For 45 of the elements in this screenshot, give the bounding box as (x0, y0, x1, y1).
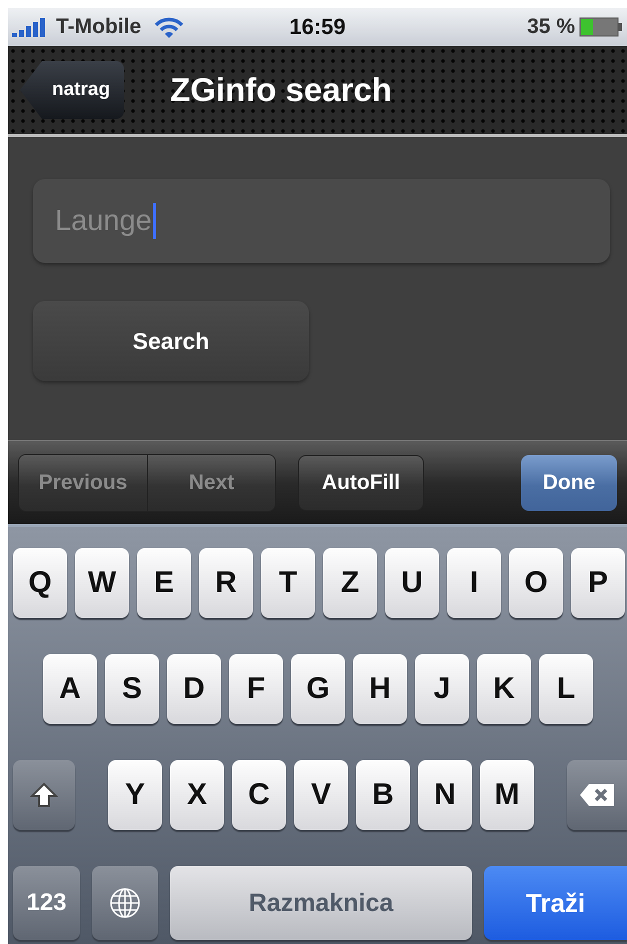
done-button[interactable]: Done (521, 454, 617, 510)
keyboard-key[interactable]: F (229, 654, 283, 724)
keyboard-key[interactable]: E (137, 548, 191, 618)
keyboard-key[interactable]: S (105, 654, 159, 724)
keyboard-key[interactable]: R (199, 548, 253, 618)
keyboard-key[interactable]: J (415, 654, 469, 724)
keyboard-key[interactable]: W (75, 548, 129, 618)
globe-key[interactable] (92, 866, 158, 940)
keyboard-key[interactable]: K (477, 654, 531, 724)
toolbar-button[interactable]: AutoFill (298, 454, 424, 510)
wifi-icon (153, 16, 186, 38)
screen-title: ZGinfo search (170, 71, 392, 109)
back-button[interactable]: natrag (20, 61, 124, 119)
keyboard-key[interactable]: G (291, 654, 345, 724)
numbers-key[interactable]: 123 (13, 866, 80, 940)
battery-icon (579, 17, 623, 37)
backspace-icon (579, 783, 615, 807)
search-key[interactable]: Traži (484, 866, 627, 940)
keyboard-key[interactable]: Z (323, 548, 377, 618)
keyboard-key[interactable]: O (509, 548, 563, 618)
keyboard-key[interactable]: C (232, 760, 286, 830)
search-button[interactable]: Search (33, 301, 309, 381)
keyboard-key[interactable]: H (353, 654, 407, 724)
keyboard-key[interactable]: L (539, 654, 593, 724)
globe-icon (109, 887, 141, 919)
keyboard-key[interactable]: V (294, 760, 348, 830)
keyboard-key[interactable]: X (170, 760, 224, 830)
keyboard-key[interactable]: B (356, 760, 410, 830)
delete-key[interactable] (567, 760, 627, 830)
keyboard-key[interactable]: A (43, 654, 97, 724)
keyboard-key[interactable]: T (261, 548, 315, 618)
keyboard-key[interactable]: U (385, 548, 439, 618)
clock-time: 16:59 (289, 14, 346, 40)
keyboard-key[interactable]: D (167, 654, 221, 724)
keyboard-key[interactable]: Q (13, 548, 67, 618)
shift-key[interactable] (13, 760, 75, 830)
keyboard-key[interactable]: P (571, 548, 625, 618)
keyboard-key[interactable]: Y (108, 760, 162, 830)
shift-arrow-icon (30, 781, 58, 809)
keyboard-key[interactable]: I (447, 548, 501, 618)
keyboard-key[interactable]: M (480, 760, 534, 830)
battery-percent: 35 % (527, 15, 575, 39)
keyboard-key[interactable]: N (418, 760, 472, 830)
carrier-name: T-Mobile (56, 15, 142, 39)
space-key[interactable]: Razmaknica (170, 866, 472, 940)
